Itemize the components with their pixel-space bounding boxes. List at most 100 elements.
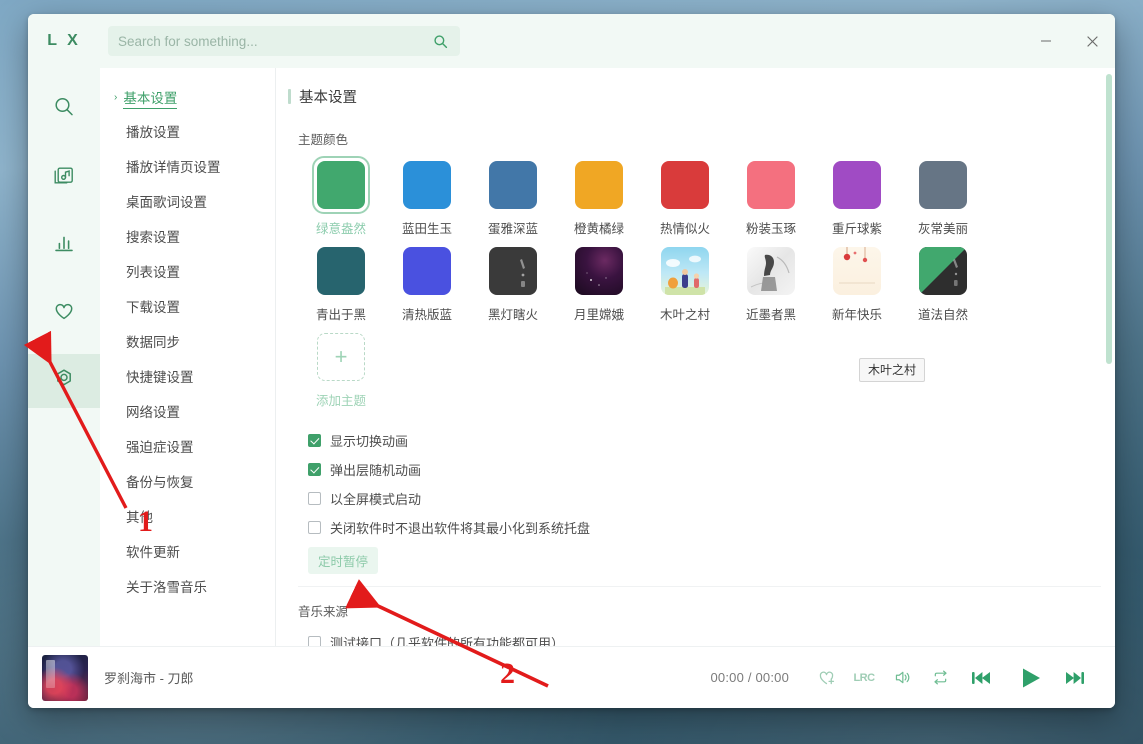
app-window: L X Search for something... › 基本设置 播放设置 … (28, 14, 1115, 708)
rail-item-search[interactable] (28, 82, 100, 136)
gear-icon (51, 366, 77, 397)
album-cover[interactable] (42, 654, 88, 701)
theme-label: 绿意盎然 (315, 222, 366, 236)
nav-item-label: 数据同步 (126, 334, 180, 350)
theme-label: 粉装玉琢 (745, 222, 796, 236)
nav-item-other[interactable]: 其他 (100, 498, 275, 533)
nav-group-label: 基本设置 (123, 87, 178, 109)
minimize-button[interactable] (1023, 14, 1069, 68)
nav-item-label: 下载设置 (126, 299, 180, 315)
nav-item-download[interactable]: 下载设置 (100, 288, 275, 323)
nav-item-about[interactable]: 关于洛雪音乐 (100, 568, 275, 603)
theme-swatch (747, 161, 795, 209)
theme-item-red[interactable]: 热情似火 (642, 161, 728, 237)
add-theme-button[interactable]: + 添加主题 (298, 333, 384, 409)
scrollbar-thumb[interactable] (1106, 74, 1112, 364)
close-button[interactable] (1069, 14, 1115, 68)
lyrics-button[interactable]: LRC (849, 663, 879, 693)
checkbox-label: 关闭软件时不退出软件将其最小化到系统托盘 (330, 521, 591, 536)
song-title: 罗刹海市 - 刀郎 (104, 671, 194, 686)
theme-item-darklamp[interactable]: 黑灯瞎火 (470, 247, 556, 323)
settings-nav: › 基本设置 播放设置 播放详情页设置 桌面歌词设置 搜索设置 列表设置 下载设… (100, 68, 276, 646)
theme-label: 蛋雅深蓝 (487, 222, 538, 236)
checkbox-icon[interactable] (308, 636, 321, 646)
theme-swatch (317, 161, 365, 209)
theme-swatch (661, 247, 709, 295)
bar-chart-icon (52, 231, 76, 260)
nav-item-list[interactable]: 列表设置 (100, 253, 275, 288)
play-button[interactable] (1009, 657, 1051, 699)
theme-label: 蓝田生玉 (401, 222, 452, 236)
theme-item-indigo[interactable]: 清热版蓝 (384, 247, 470, 323)
theme-label: 清热版蓝 (401, 308, 452, 322)
search-icon[interactable] (430, 31, 450, 51)
theme-item-pink[interactable]: 粉装玉琢 (728, 161, 814, 237)
theme-label: 重斤球紫 (831, 222, 882, 236)
rail-item-settings[interactable] (28, 354, 100, 408)
checkbox-label: 以全屏模式启动 (330, 492, 422, 507)
chevron-right-icon: › (114, 92, 118, 103)
search-box[interactable] (108, 26, 460, 56)
checkbox-row-minimize-to-tray[interactable]: 关闭软件时不退出软件将其最小化到系统托盘 (308, 518, 1115, 537)
checkbox-icon[interactable] (308, 492, 321, 505)
nav-item-desktop-lyrics[interactable]: 桌面歌词设置 (100, 183, 275, 218)
nav-item-label: 网络设置 (126, 404, 180, 420)
theme-swatch (403, 161, 451, 209)
rail-item-ranking[interactable] (28, 218, 100, 272)
theme-item-teal[interactable]: 青出于黑 (298, 247, 384, 323)
checkbox-icon[interactable] (308, 434, 321, 447)
rail-item-favorites[interactable] (28, 286, 100, 340)
nav-item-network[interactable]: 网络设置 (100, 393, 275, 428)
nav-group-basic-settings[interactable]: › 基本设置 (100, 82, 275, 113)
nav-item-playdetail[interactable]: 播放详情页设置 (100, 148, 275, 183)
theme-swatch (747, 247, 795, 295)
repeat-button[interactable] (925, 663, 955, 693)
theme-item-blue[interactable]: 蓝田生玉 (384, 161, 470, 237)
previous-button[interactable] (963, 660, 999, 696)
timer-pause-button[interactable]: 定时暂停 (308, 547, 379, 574)
theme-swatch (833, 247, 881, 295)
nav-item-backup-restore[interactable]: 备份与恢复 (100, 463, 275, 498)
checkbox-icon[interactable] (308, 521, 321, 534)
theme-label: 青出于黑 (315, 308, 366, 322)
content-scrollbar[interactable] (1106, 74, 1112, 640)
nav-item-playback[interactable]: 播放设置 (100, 113, 275, 148)
theme-label: 灰常美丽 (917, 222, 968, 236)
nav-item-search[interactable]: 搜索设置 (100, 218, 275, 253)
theme-section-label: 主题颜色 (298, 133, 349, 147)
checkbox-row-test-api[interactable]: 测试接口（几乎软件的所有功能都可用） (308, 633, 1115, 646)
theme-item-purple[interactable]: 重斤球紫 (814, 161, 900, 237)
nav-item-data-sync[interactable]: 数据同步 (100, 323, 275, 358)
nav-item-ocd[interactable]: 强迫症设置 (100, 428, 275, 463)
theme-item-ink[interactable]: 近墨者黑 (728, 247, 814, 323)
theme-item-green[interactable]: 绿意盎然 (298, 156, 384, 237)
theme-item-newyear[interactable]: 新年快乐 (814, 247, 900, 323)
theme-item-orange[interactable]: 橙黄橘绿 (556, 161, 642, 237)
nav-item-label: 播放设置 (126, 124, 180, 140)
theme-label: 添加主题 (315, 394, 366, 408)
checkbox-row-switch-animation[interactable]: 显示切换动画 (308, 431, 1115, 450)
nav-item-label: 列表设置 (126, 264, 180, 280)
page-title-text: 基本设置 (299, 90, 357, 106)
theme-item-deepblue[interactable]: 蛋雅深蓝 (470, 161, 556, 237)
volume-button[interactable] (887, 663, 917, 693)
title-bar: L X (28, 14, 1115, 68)
search-input[interactable] (118, 33, 430, 49)
checkbox-row-fullscreen-start[interactable]: 以全屏模式启动 (308, 489, 1115, 508)
checkbox-icon[interactable] (308, 463, 321, 476)
favorite-button[interactable] (811, 663, 841, 693)
next-button[interactable] (1057, 660, 1093, 696)
checkbox-label: 弹出层随机动画 (330, 463, 422, 478)
nav-item-update[interactable]: 软件更新 (100, 533, 275, 568)
theme-item-village[interactable]: 木叶之村 (642, 247, 728, 323)
search-icon (52, 95, 76, 124)
checkbox-label: 显示切换动画 (330, 434, 409, 449)
nav-item-hotkeys[interactable]: 快捷键设置 (100, 358, 275, 393)
plus-icon: + (317, 333, 365, 381)
theme-item-gray[interactable]: 灰常美丽 (900, 161, 986, 237)
checkbox-row-popup-random-animation[interactable]: 弹出层随机动画 (308, 460, 1115, 479)
theme-label: 道法自然 (917, 308, 968, 322)
theme-item-tao[interactable]: 道法自然 (900, 247, 986, 323)
theme-item-moon[interactable]: 月里嫦娥 (556, 247, 642, 323)
rail-item-library[interactable] (28, 150, 100, 204)
